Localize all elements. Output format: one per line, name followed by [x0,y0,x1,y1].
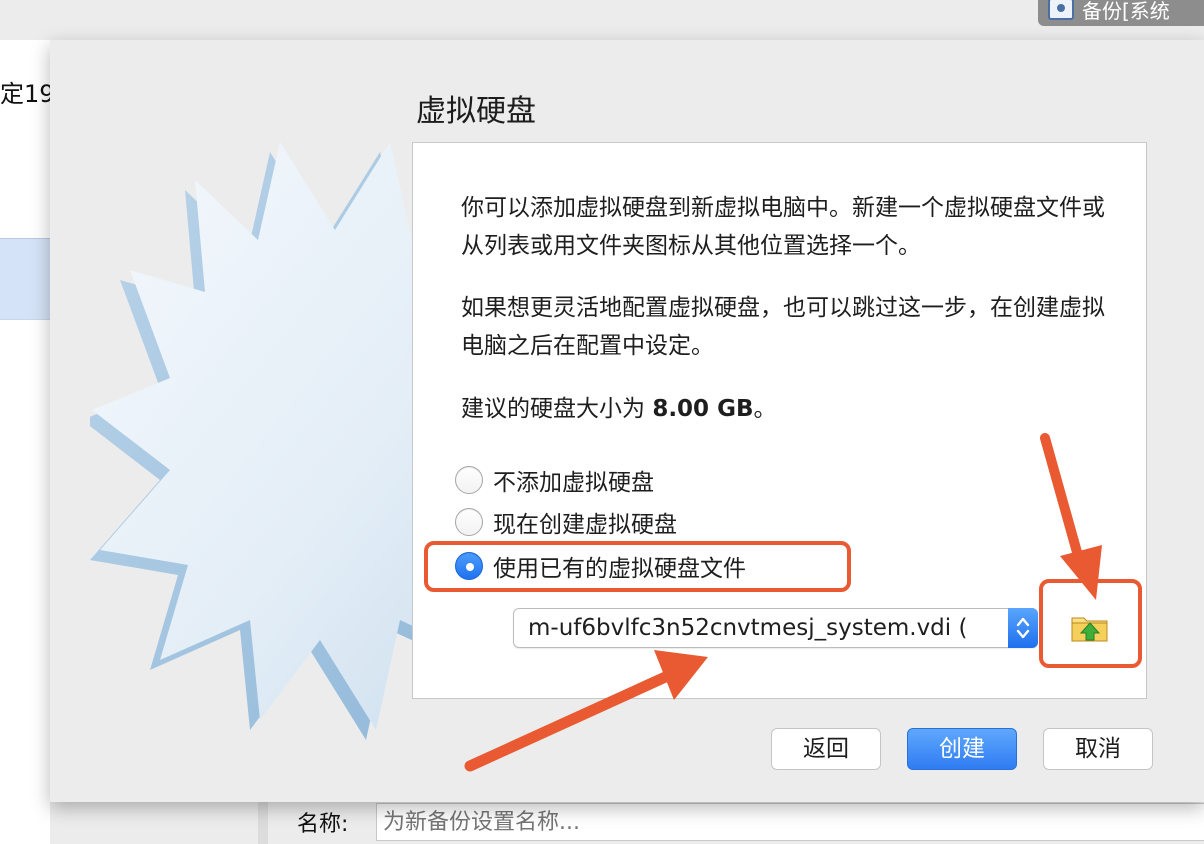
content-panel: 你可以添加虚拟硬盘到新虚拟电脑中。新建一个虚拟硬盘文件或从列表或用文件夹图标从其… [412,142,1147,699]
background-backup-button[interactable]: 备份[系统 [1038,0,1204,26]
recommend-suffix: 。 [753,396,777,422]
dialog-title: 虚拟硬盘 [416,94,536,129]
create-button[interactable]: 创建 [907,728,1017,770]
recommended-size-text: 建议的硬盘大小为 8.00 GB。 [461,390,1121,428]
recommended-size-value: 8.00 GB [652,396,754,422]
disk-file-select[interactable]: m-uf6bvlfc3n52cnvtmesj_system.vdi ( [513,608,1038,648]
name-input[interactable] [376,803,1204,841]
radio-no-disk[interactable] [455,466,483,494]
option-create-disk[interactable]: 现在创建虚拟硬盘 [455,505,677,539]
radio-create-disk[interactable] [455,508,483,536]
highlight-folder-button [1039,579,1142,668]
background-backup-label: 备份[系统 [1082,0,1170,23]
background-sidebar [0,40,50,844]
window-icon [1048,0,1074,20]
recommend-prefix: 建议的硬盘大小为 [461,396,653,422]
skip-paragraph: 如果想更灵活地配置虚拟硬盘，也可以跳过这一步，在创建虚拟电脑之后在配置中设定。 [461,295,1105,359]
stepper-arrows-icon[interactable] [1008,608,1038,648]
option-no-disk-label: 不添加虚拟硬盘 [493,470,654,496]
highlight-existing-disk-option [424,541,851,592]
background-divider [258,800,268,844]
intro-paragraph: 你可以添加虚拟硬盘到新虚拟电脑中。新建一个虚拟硬盘文件或从列表或用文件夹图标从其… [461,195,1105,259]
virtual-disk-dialog: 虚拟硬盘 你可以添加虚拟硬盘到新虚拟电脑中。新建一个虚拟硬盘文件或从列表或用文件… [50,40,1204,802]
cancel-button[interactable]: 取消 [1043,728,1153,770]
background-selected-row [0,238,50,320]
name-label: 名称: [297,812,349,837]
option-no-disk[interactable]: 不添加虚拟硬盘 [455,463,654,497]
disk-file-value: m-uf6bvlfc3n52cnvtmesj_system.vdi ( [528,615,968,641]
option-create-disk-label: 现在创建虚拟硬盘 [493,512,677,538]
back-button[interactable]: 返回 [771,728,881,770]
